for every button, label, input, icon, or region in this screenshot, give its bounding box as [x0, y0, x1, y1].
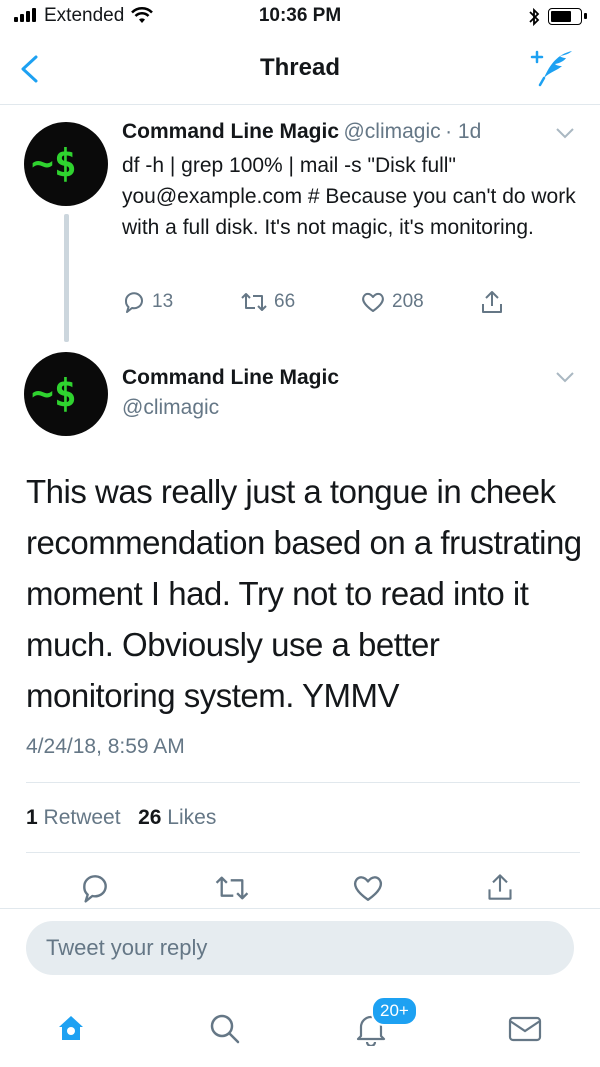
heart-icon[interactable]	[351, 872, 385, 904]
notifications-badge: 20+	[371, 996, 418, 1026]
retweet-label[interactable]: Retweet	[44, 806, 121, 829]
like-label[interactable]: Likes	[167, 806, 216, 829]
author-name[interactable]: Command Line Magic	[122, 120, 339, 143]
status-bar: Extended 10:36 PM	[0, 0, 600, 36]
search-icon[interactable]	[208, 1012, 242, 1046]
divider	[26, 852, 580, 853]
messages-envelope-icon[interactable]	[508, 1016, 542, 1042]
share-icon[interactable]	[480, 288, 504, 316]
avatar[interactable]: ~$	[24, 352, 108, 436]
share-icon[interactable]	[486, 870, 514, 904]
page-title: Thread	[259, 54, 340, 81]
tweet-text: This was really just a tongue in cheek r…	[26, 473, 582, 714]
retweet-icon[interactable]	[214, 872, 250, 904]
like-count: 208	[392, 291, 424, 312]
divider	[26, 782, 580, 783]
reply-icon[interactable]	[79, 872, 111, 904]
bluetooth-icon	[529, 7, 540, 27]
author-handle[interactable]: @climagic	[343, 120, 440, 143]
like-total[interactable]: 26	[138, 806, 161, 829]
retweet-button[interactable]: 66	[240, 290, 295, 314]
chevron-down-icon[interactable]	[554, 126, 576, 140]
reply-icon	[124, 292, 143, 313]
battery-tip	[584, 13, 587, 19]
avatar-prompt: ~$	[31, 141, 77, 185]
reply-button[interactable]: 13	[122, 290, 173, 314]
author-name[interactable]: Command Line Magic	[122, 366, 339, 390]
like-button[interactable]: 208	[360, 290, 424, 314]
clock: 10:36 PM	[258, 5, 342, 26]
divider	[0, 908, 600, 909]
tab-bar	[0, 980, 600, 1067]
retweet-count: 66	[274, 291, 296, 312]
reply-placeholder: Tweet your reply	[46, 935, 208, 960]
tweet-timestamp: 4/24/18, 8:59 AM	[26, 735, 185, 758]
avatar[interactable]: ~$	[24, 122, 108, 206]
navigation-bar: Thread	[0, 36, 600, 105]
reply-input[interactable]: Tweet your reply	[26, 921, 574, 975]
reply-count: 13	[152, 291, 174, 312]
author-handle[interactable]: @climagic	[122, 396, 219, 420]
thread-connector-line	[64, 214, 69, 342]
chevron-down-icon[interactable]	[554, 370, 576, 384]
home-icon[interactable]	[56, 1013, 86, 1043]
avatar-prompt: ~$	[31, 371, 77, 415]
tweet-text: df -h | grep 100% | mail -s "Disk full" …	[122, 154, 576, 239]
tweet-age: · 1d	[445, 120, 482, 143]
battery-icon	[548, 8, 582, 25]
retweet-total[interactable]: 1	[26, 806, 38, 829]
compose-tweet-icon[interactable]	[528, 48, 576, 88]
tweet-header: Command Line Magic @climagic · 1d	[122, 120, 481, 144]
tweet-stats: 1 Retweet 26 Likes	[26, 806, 216, 830]
heart-icon	[362, 292, 384, 312]
retweet-icon	[241, 293, 267, 311]
